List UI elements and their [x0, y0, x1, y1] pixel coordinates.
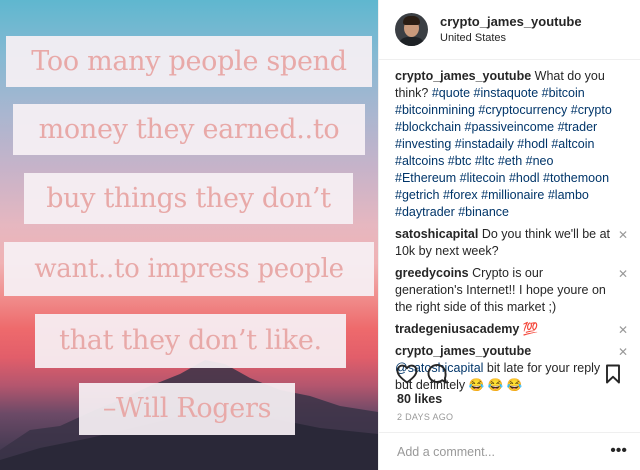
avatar[interactable] — [395, 13, 428, 46]
comment-username[interactable]: crypto_james_youtube — [395, 344, 531, 358]
quote-line: buy things they don’t — [24, 173, 353, 224]
header-username[interactable]: crypto_james_youtube — [440, 13, 582, 30]
comment-input[interactable] — [397, 444, 617, 459]
comment-username[interactable]: tradegeniusacademy — [395, 322, 519, 336]
bookmark-icon[interactable] — [601, 362, 625, 386]
close-icon[interactable]: ✕ — [618, 322, 628, 339]
comment-text: 💯 — [522, 322, 539, 336]
more-options-icon[interactable]: ••• — [610, 443, 627, 459]
caption-username[interactable]: crypto_james_youtube — [395, 69, 531, 83]
likes-count[interactable]: 80 likes — [397, 392, 442, 406]
quote-line: Too many people spend — [6, 36, 372, 87]
heart-icon[interactable] — [395, 362, 419, 386]
header-location[interactable]: United States — [440, 30, 582, 46]
post-image: Too many people spend money they earned.… — [0, 0, 378, 470]
add-comment-bar: ••• — [379, 432, 640, 470]
comment-username[interactable]: satoshicapital — [395, 227, 478, 241]
quote-line: want..to impress people — [4, 242, 374, 296]
caption-hashtags[interactable]: #quote #instaquote #bitcoin #bitcoinmini… — [395, 86, 612, 219]
action-bar — [395, 362, 625, 388]
post-timestamp[interactable]: 2 DAYS AGO — [397, 412, 453, 422]
comment-item: tradegeniusacademy 💯 ✕ — [395, 321, 628, 338]
close-icon[interactable]: ✕ — [618, 344, 628, 361]
comment-list: crypto_james_youtube What do you think? … — [379, 60, 640, 392]
comment-bubble-icon[interactable] — [425, 362, 449, 386]
close-icon[interactable]: ✕ — [618, 227, 628, 244]
quote-line: that they don’t like. — [35, 314, 346, 368]
comment-item: greedycoins Crypto is our generation's I… — [395, 265, 628, 316]
comment-item: satoshicapital Do you think we'll be at … — [395, 226, 628, 260]
quote-author: –Will Rogers — [79, 383, 295, 435]
post-side-panel: crypto_james_youtube United States crypt… — [378, 0, 640, 470]
comment-username[interactable]: greedycoins — [395, 266, 469, 280]
post-header: crypto_james_youtube United States — [379, 0, 640, 60]
quote-line: money they earned..to — [13, 104, 365, 155]
caption: crypto_james_youtube What do you think? … — [395, 68, 624, 221]
close-icon[interactable]: ✕ — [618, 266, 628, 283]
